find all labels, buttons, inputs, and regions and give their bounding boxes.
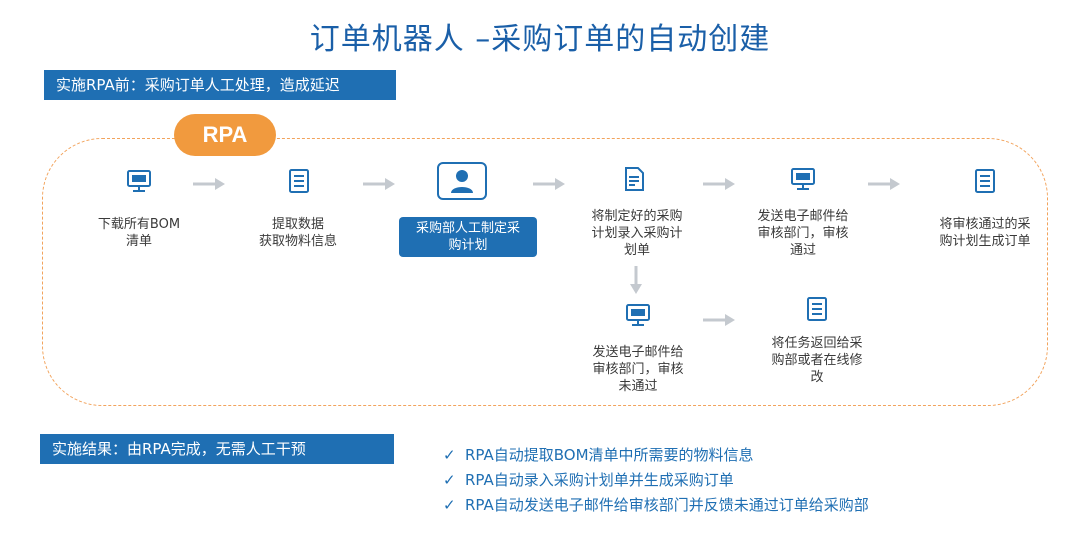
result-list: ✓ RPA自动提取BOM清单中所需要的物料信息 ✓ RPA自动录入采购计划单并生成采… [443, 443, 869, 518]
flow-arrow [193, 178, 225, 190]
result-item: ✓ RPA自动提取BOM清单中所需要的物料信息 [443, 443, 869, 468]
check-icon: ✓ [443, 471, 456, 489]
list-document-icon [804, 296, 830, 322]
branch-step-2-label: 将任务返回给采 购部或者在线修 改 [771, 336, 863, 385]
before-rpa-banner: 实施RPA前：采购订单人工处理，造成延迟 [44, 70, 396, 100]
result-item: ✓ RPA自动录入采购计划单并生成采购订单 [443, 468, 869, 493]
document-edit-icon [621, 166, 647, 192]
step-6-label: 将审核通过的采 购计划生成订单 [939, 217, 1031, 249]
monitor-icon [126, 168, 152, 194]
check-icon: ✓ [443, 446, 456, 464]
step-2-label: 提取数据 获取物料信息 [258, 217, 337, 249]
flow-arrow-down [630, 266, 642, 294]
flow-arrow [533, 178, 565, 190]
monitor-icon [625, 302, 651, 328]
rpa-badge: RPA [174, 114, 276, 156]
flow-arrow [363, 178, 395, 190]
step-1-label: 下载所有BOM 清单 [97, 217, 181, 249]
list-document-icon [286, 168, 312, 194]
step-4-label: 将制定好的采购 计划录入采购计 划单 [591, 209, 683, 258]
branch-step-1-label: 发送电子邮件给 审核部门，审核 未通过 [592, 345, 684, 394]
flow-arrow [703, 178, 735, 190]
monitor-icon [790, 166, 816, 192]
step-5-label: 发送电子邮件给 审核部门，审核 通过 [757, 209, 849, 258]
check-icon: ✓ [443, 496, 456, 514]
list-document-icon [972, 168, 998, 194]
flow-arrow [868, 178, 900, 190]
user-icon [437, 162, 487, 200]
result-item: ✓ RPA自动发送电子邮件给审核部门并反馈未通过订单给采购部 [443, 493, 869, 518]
flow-arrow [703, 314, 735, 326]
result-banner: 实施结果：由RPA完成，无需人工干预 [40, 434, 394, 464]
step-3-manual-planning: 采购部人工制定采 购计划 [399, 217, 537, 257]
page-title: 订单机器人 –采购订单的自动创建 [309, 22, 771, 57]
